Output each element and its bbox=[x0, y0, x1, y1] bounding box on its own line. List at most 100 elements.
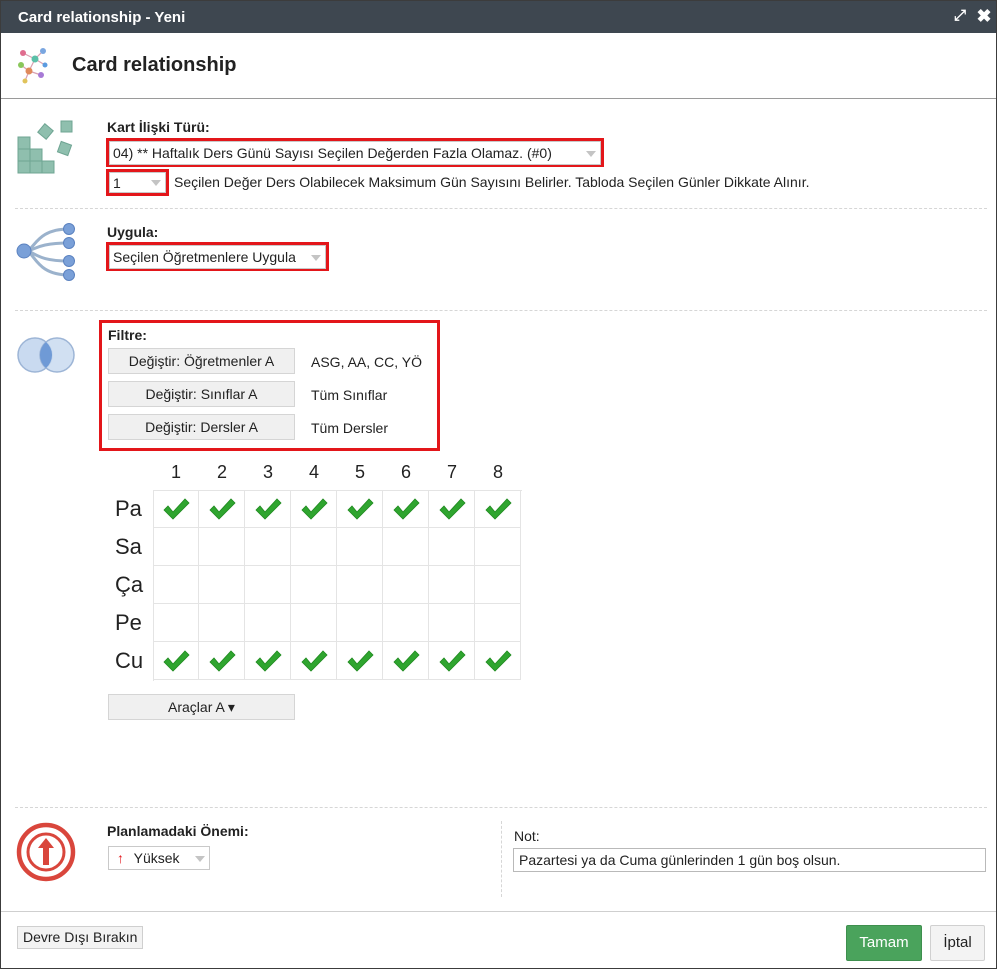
check-icon bbox=[255, 498, 282, 520]
grid-cell[interactable] bbox=[199, 490, 245, 528]
grid-cell[interactable] bbox=[245, 490, 291, 528]
check-icon bbox=[255, 650, 282, 672]
grid-cell[interactable] bbox=[291, 490, 337, 528]
grid-cell[interactable] bbox=[291, 642, 337, 680]
check-icon bbox=[163, 650, 190, 672]
value-select-value: 1 bbox=[113, 175, 121, 191]
apply-select[interactable]: Seçilen Öğretmenlere Uygula bbox=[109, 245, 326, 269]
grid-cell[interactable] bbox=[199, 604, 245, 642]
grid-cell[interactable] bbox=[153, 528, 199, 566]
grid-column-header[interactable]: 8 bbox=[475, 462, 521, 483]
title-bar[interactable]: Card relationship - Yeni ⤢ ✖ bbox=[1, 1, 996, 33]
grid-cell[interactable] bbox=[337, 642, 383, 680]
grid-cell[interactable] bbox=[475, 490, 521, 528]
window-title: Card relationship - Yeni bbox=[18, 9, 186, 26]
grid-cell[interactable] bbox=[383, 642, 429, 680]
grid-cell[interactable] bbox=[429, 490, 475, 528]
grid-row-header[interactable]: Pa bbox=[115, 496, 142, 522]
teachers-value: ASG, AA, CC, YÖ bbox=[311, 354, 423, 370]
disable-button[interactable]: Devre Dışı Bırakın bbox=[17, 926, 144, 949]
grid-cell[interactable] bbox=[475, 566, 521, 604]
grid-cell[interactable] bbox=[383, 566, 429, 604]
grid-cell[interactable] bbox=[383, 604, 429, 642]
grid-cell[interactable] bbox=[383, 528, 429, 566]
grid-cell[interactable] bbox=[245, 528, 291, 566]
ok-button[interactable]: Tamam bbox=[846, 925, 922, 961]
grid-cell[interactable] bbox=[199, 566, 245, 604]
grid-column-header[interactable]: 7 bbox=[429, 462, 475, 483]
check-icon bbox=[301, 650, 328, 672]
grid-cell[interactable] bbox=[429, 642, 475, 680]
grid-cell[interactable] bbox=[153, 604, 199, 642]
grid-cell[interactable] bbox=[199, 528, 245, 566]
grid-cell[interactable] bbox=[153, 642, 199, 680]
tools-button[interactable]: Araçlar A ▾ bbox=[108, 694, 295, 720]
grid-cell[interactable] bbox=[475, 642, 521, 680]
dialog-window: Card relationship - Yeni ⤢ ✖ Card relati… bbox=[0, 0, 997, 969]
grid-cell[interactable] bbox=[291, 604, 337, 642]
check-icon bbox=[347, 498, 374, 520]
grid-column-header[interactable]: 1 bbox=[153, 462, 199, 483]
close-icon[interactable]: ✖ bbox=[973, 5, 995, 27]
dialog-title: Card relationship bbox=[72, 54, 237, 76]
grid-cell[interactable] bbox=[245, 642, 291, 680]
check-icon bbox=[393, 650, 420, 672]
footer-divider bbox=[1, 911, 996, 912]
grid-column-header[interactable]: 3 bbox=[245, 462, 291, 483]
chevron-down-icon bbox=[151, 180, 161, 186]
change-subjects-button[interactable]: Değiştir: Dersler A bbox=[108, 414, 295, 440]
relation-type-select[interactable]: 04) ** Haftalık Ders Günü Sayısı Seçilen… bbox=[109, 141, 601, 165]
grid-cell[interactable] bbox=[383, 490, 429, 528]
grid-cell[interactable] bbox=[337, 490, 383, 528]
grid-cell[interactable] bbox=[153, 566, 199, 604]
grid-cell[interactable] bbox=[199, 642, 245, 680]
note-input[interactable]: Pazartesi ya da Cuma günlerinden 1 gün b… bbox=[513, 848, 986, 872]
check-icon bbox=[347, 650, 374, 672]
importance-icon bbox=[16, 822, 76, 882]
chevron-down-icon bbox=[195, 856, 205, 862]
tree-icon bbox=[16, 223, 75, 281]
grid-cell[interactable] bbox=[245, 604, 291, 642]
grid-row-header[interactable]: Sa bbox=[115, 534, 142, 560]
importance-value: Yüksek bbox=[133, 850, 180, 866]
grid-column-header[interactable]: 6 bbox=[383, 462, 429, 483]
grid-column-header[interactable]: 4 bbox=[291, 462, 337, 483]
grid-row-header[interactable]: Ça bbox=[115, 572, 143, 598]
grid-cell[interactable] bbox=[153, 490, 199, 528]
check-icon bbox=[209, 650, 236, 672]
relation-description: Seçilen Değer Ders Olabilecek Maksimum G… bbox=[174, 174, 810, 190]
value-select[interactable]: 1 bbox=[109, 172, 166, 193]
grid-cell[interactable] bbox=[429, 566, 475, 604]
relation-type-label: Kart İlişki Türü: bbox=[107, 119, 210, 135]
grid-cell[interactable] bbox=[475, 604, 521, 642]
importance-label: Planlamadaki Önemi: bbox=[107, 823, 249, 839]
grid-cell[interactable] bbox=[337, 566, 383, 604]
check-icon bbox=[439, 498, 466, 520]
venn-icon bbox=[17, 337, 75, 373]
cancel-button[interactable]: İptal bbox=[930, 925, 985, 961]
section-divider bbox=[15, 208, 987, 209]
importance-select[interactable]: ↑ Yüksek bbox=[108, 846, 210, 870]
check-icon bbox=[485, 650, 512, 672]
check-icon bbox=[163, 498, 190, 520]
grid-cell[interactable] bbox=[337, 528, 383, 566]
grid-cell[interactable] bbox=[291, 528, 337, 566]
grid-column-header[interactable]: 5 bbox=[337, 462, 383, 483]
section-divider bbox=[15, 807, 987, 808]
column-divider bbox=[501, 821, 502, 897]
grid-cell[interactable] bbox=[291, 566, 337, 604]
grid-cell[interactable] bbox=[429, 604, 475, 642]
grid-cell[interactable] bbox=[337, 604, 383, 642]
network-icon bbox=[18, 48, 48, 84]
change-teachers-button[interactable]: Değiştir: Öğretmenler A bbox=[108, 348, 295, 374]
grid-row-header[interactable]: Cu bbox=[115, 648, 143, 674]
check-icon bbox=[485, 498, 512, 520]
maximize-icon[interactable]: ⤢ bbox=[949, 5, 971, 27]
grid-cell[interactable] bbox=[475, 528, 521, 566]
grid-column-header[interactable]: 2 bbox=[199, 462, 245, 483]
grid-cell[interactable] bbox=[245, 566, 291, 604]
change-classes-button[interactable]: Değiştir: Sınıflar A bbox=[108, 381, 295, 407]
grid-row-header[interactable]: Pe bbox=[115, 610, 142, 636]
chevron-down-icon bbox=[311, 255, 321, 261]
grid-cell[interactable] bbox=[429, 528, 475, 566]
